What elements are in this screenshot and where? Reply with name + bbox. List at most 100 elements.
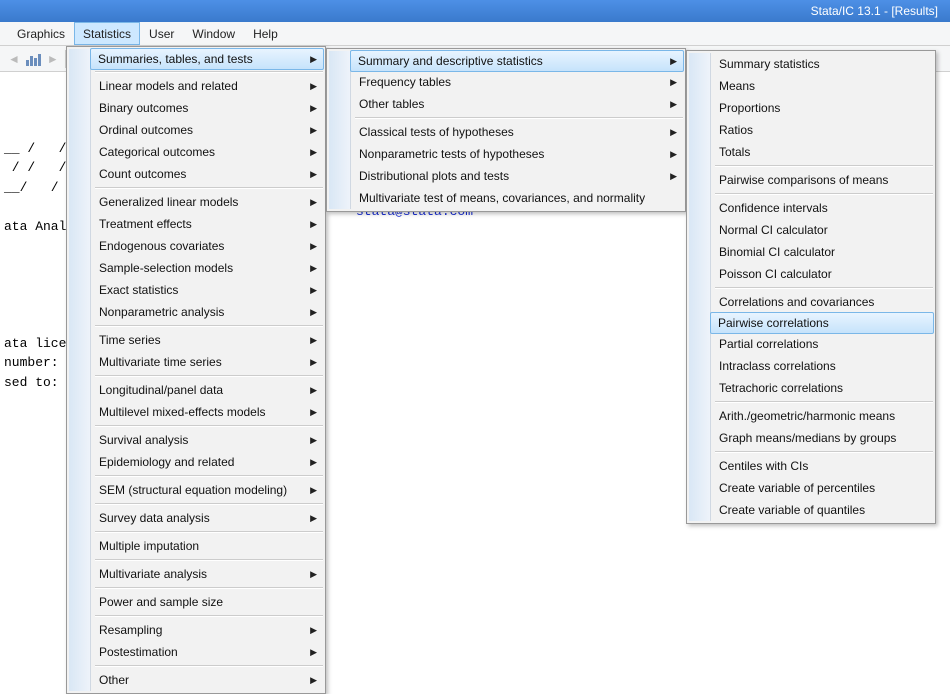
- statistics-menu-item[interactable]: Binary outcomes▶: [91, 97, 323, 119]
- statistics-menu-item-label: Endogenous covariates: [99, 239, 224, 253]
- statistics-menu-separator: [95, 425, 323, 427]
- statistics-menu-item-label: Exact statistics: [99, 283, 178, 297]
- submenu-arrow-icon: ▶: [310, 407, 317, 418]
- submenu-arrow-icon: ▶: [670, 171, 677, 182]
- descriptive-menu-item[interactable]: Ratios: [711, 119, 933, 141]
- statistics-menu-item[interactable]: Sample-selection models▶: [91, 257, 323, 279]
- summaries-menu-item-label: Classical tests of hypotheses: [359, 125, 514, 139]
- submenu-arrow-icon: ▶: [310, 263, 317, 274]
- descriptive-menu-item[interactable]: Proportions: [711, 97, 933, 119]
- submenu-arrow-icon: ▶: [670, 149, 677, 160]
- statistics-menu-item[interactable]: Resampling▶: [91, 619, 323, 641]
- submenu-arrow-icon: ▶: [310, 307, 317, 318]
- statistics-menu-item-label: Summaries, tables, and tests: [98, 52, 253, 66]
- statistics-menu-item[interactable]: Linear models and related▶: [91, 75, 323, 97]
- submenu-arrow-icon: ▶: [310, 357, 317, 368]
- descriptive-menu-item[interactable]: Confidence intervals: [711, 197, 933, 219]
- statistics-menu-separator: [95, 559, 323, 561]
- descriptive-menu-item-label: Totals: [719, 145, 750, 159]
- descriptive-menu-item[interactable]: Binomial CI calculator: [711, 241, 933, 263]
- statistics-menu-item[interactable]: SEM (structural equation modeling)▶: [91, 479, 323, 501]
- descriptive-menu-item-label: Pairwise comparisons of means: [719, 173, 888, 187]
- statistics-menu-item[interactable]: Longitudinal/panel data▶: [91, 379, 323, 401]
- summaries-menu-item[interactable]: Frequency tables▶: [351, 71, 683, 93]
- descriptive-menu-item[interactable]: Means: [711, 75, 933, 97]
- descriptive-menu-item[interactable]: Totals: [711, 141, 933, 163]
- summaries-menu-item-label: Other tables: [359, 97, 424, 111]
- statistics-menu-item[interactable]: Multiple imputation: [91, 535, 323, 557]
- descriptive-menu-item[interactable]: Intraclass correlations: [711, 355, 933, 377]
- statistics-menu-item-label: Multivariate analysis: [99, 567, 207, 581]
- summaries-menu-item[interactable]: Multivariate test of means, covariances,…: [351, 187, 683, 209]
- statistics-menu-item[interactable]: Summaries, tables, and tests▶: [90, 48, 324, 70]
- statistics-menu-item-label: Epidemiology and related: [99, 455, 234, 469]
- statistics-menu-item[interactable]: Endogenous covariates ▶: [91, 235, 323, 257]
- summaries-menu-item[interactable]: Distributional plots and tests ▶: [351, 165, 683, 187]
- statistics-menu-item[interactable]: Ordinal outcomes▶: [91, 119, 323, 141]
- statistics-menu-item[interactable]: Multivariate time series▶: [91, 351, 323, 373]
- statistics-menu-item[interactable]: Nonparametric analysis▶: [91, 301, 323, 323]
- statistics-menu-item[interactable]: Generalized linear models▶: [91, 191, 323, 213]
- statistics-menu-item[interactable]: Epidemiology and related▶: [91, 451, 323, 473]
- descriptive-menu-item[interactable]: Create variable of quantiles: [711, 499, 933, 521]
- descriptive-menu-item[interactable]: Create variable of percentiles: [711, 477, 933, 499]
- descriptive-menu-item-label: Graph means/medians by groups: [719, 431, 896, 445]
- descriptive-menu-item-label: Ratios: [719, 123, 753, 137]
- statistics-menu-item[interactable]: Survey data analysis▶: [91, 507, 323, 529]
- descriptive-menu-item[interactable]: Tetrachoric correlations: [711, 377, 933, 399]
- submenu-arrow-icon: ▶: [310, 675, 317, 686]
- statistics-menu-item[interactable]: Time series▶: [91, 329, 323, 351]
- statistics-menu-item-label: SEM (structural equation modeling): [99, 483, 287, 497]
- descriptive-menu-item[interactable]: Graph means/medians by groups: [711, 427, 933, 449]
- statistics-menu-item[interactable]: Count outcomes▶: [91, 163, 323, 185]
- descriptive-menu-item[interactable]: Normal CI calculator: [711, 219, 933, 241]
- descriptive-menu-item[interactable]: Poisson CI calculator: [711, 263, 933, 285]
- statistics-menu-separator: [95, 503, 323, 505]
- submenu-arrow-icon: ▶: [670, 77, 677, 88]
- submenu-summary-descriptive: Summary statisticsMeansProportions Ratios…: [686, 50, 936, 524]
- descriptive-menu-item[interactable]: Partial correlations: [711, 333, 933, 355]
- menu-statistics[interactable]: Statistics: [74, 22, 140, 45]
- menubar: Graphics Statistics User Window Help: [0, 22, 950, 46]
- submenu-arrow-icon: ▶: [310, 81, 317, 92]
- statistics-menu-item[interactable]: Power and sample size: [91, 591, 323, 613]
- descriptive-menu-item[interactable]: Centiles with CIs: [711, 455, 933, 477]
- menu-help[interactable]: Help: [244, 22, 287, 45]
- summaries-menu-item[interactable]: Nonparametric tests of hypotheses▶: [351, 143, 683, 165]
- descriptive-menu-item-label: Create variable of quantiles: [719, 503, 865, 517]
- toolbar-next-icon[interactable]: ►: [47, 52, 59, 66]
- descriptive-menu-item[interactable]: Arith./geometric/harmonic means: [711, 405, 933, 427]
- descriptive-menu-item[interactable]: Pairwise correlations: [710, 312, 934, 334]
- statistics-menu-item[interactable]: Multilevel mixed-effects models▶: [91, 401, 323, 423]
- statistics-menu-item[interactable]: Survival analysis▶: [91, 429, 323, 451]
- statistics-menu-item-label: Count outcomes: [99, 167, 186, 181]
- summaries-menu-item[interactable]: Classical tests of hypotheses▶: [351, 121, 683, 143]
- menu-window[interactable]: Window: [183, 22, 244, 45]
- toolbar-chart-icon[interactable]: [26, 52, 41, 66]
- statistics-menu-item[interactable]: Treatment effects▶: [91, 213, 323, 235]
- statistics-menu-item[interactable]: Categorical outcomes▶: [91, 141, 323, 163]
- descriptive-menu-separator: [715, 193, 933, 195]
- descriptive-menu-item[interactable]: Summary statistics: [711, 53, 933, 75]
- descriptive-menu-item[interactable]: Pairwise comparisons of means: [711, 169, 933, 191]
- summaries-menu-item[interactable]: Other tables▶: [351, 93, 683, 115]
- submenu-arrow-icon: ▶: [310, 241, 317, 252]
- toolbar-prev-icon[interactable]: ◄: [8, 52, 20, 66]
- statistics-menu-item-label: Longitudinal/panel data: [99, 383, 223, 397]
- summaries-menu-item-label: Summary and descriptive statistics: [358, 54, 543, 68]
- statistics-menu-item[interactable]: Other▶: [91, 669, 323, 691]
- statistics-menu-item[interactable]: Exact statistics▶: [91, 279, 323, 301]
- statistics-menu-item[interactable]: Postestimation▶: [91, 641, 323, 663]
- menu-graphics[interactable]: Graphics: [8, 22, 74, 45]
- statistics-menu-separator: [95, 665, 323, 667]
- summaries-menu-item-label: Distributional plots and tests: [359, 169, 509, 183]
- descriptive-menu-item[interactable]: Correlations and covariances: [711, 291, 933, 313]
- menu-user[interactable]: User: [140, 22, 183, 45]
- statistics-menu-separator: [95, 71, 323, 73]
- descriptive-menu-item-label: Confidence intervals: [719, 201, 828, 215]
- submenu-arrow-icon: ▶: [310, 147, 317, 158]
- descriptive-menu-item-label: Normal CI calculator: [719, 223, 828, 237]
- statistics-menu-item[interactable]: Multivariate analysis▶: [91, 563, 323, 585]
- descriptive-menu-separator: [715, 401, 933, 403]
- summaries-menu-item[interactable]: Summary and descriptive statistics▶: [350, 50, 684, 72]
